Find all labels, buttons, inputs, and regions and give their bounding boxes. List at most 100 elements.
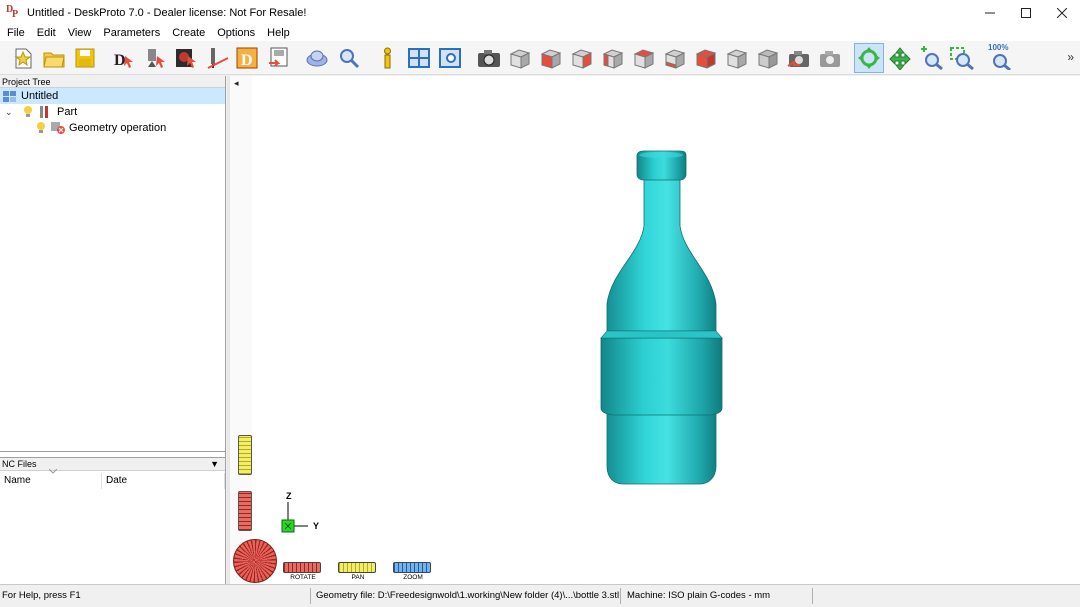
view-window-icon [439, 47, 461, 68]
tool-library-icon [306, 50, 328, 66]
new-file-icon [14, 48, 32, 68]
vertical-zoom-slider[interactable] [238, 491, 252, 531]
zoom-label: ZOOM [403, 574, 423, 581]
close-button[interactable] [1044, 0, 1080, 25]
render-toggle-button[interactable] [784, 43, 814, 73]
view-shaded-button[interactable] [753, 43, 783, 73]
menu-create[interactable]: Create [166, 25, 211, 41]
menu-bar: File Edit View Parameters Create Options… [0, 25, 1080, 41]
nc-col-date[interactable]: Date [102, 473, 225, 489]
lightbulb-icon [24, 106, 32, 117]
nc-col-name[interactable]: Name [0, 473, 102, 489]
open-folder-icon [43, 52, 65, 67]
view-iso-button[interactable] [691, 43, 721, 73]
menu-file[interactable]: File [1, 25, 31, 41]
rotate-label: ROTATE [290, 574, 316, 581]
export-wizard-button[interactable] [264, 43, 294, 73]
zoom-control[interactable]: ZOOM [393, 562, 433, 581]
deskproto-app-icon[interactable]: DP [6, 4, 22, 21]
rotate-control[interactable]: ROTATE [283, 562, 323, 581]
rotate-wheel[interactable] [283, 562, 321, 573]
pan-control[interactable]: PAN [338, 562, 378, 581]
pan-mode-button[interactable] [885, 43, 915, 73]
maximize-icon [1021, 7, 1031, 18]
view-right-button[interactable] [598, 43, 628, 73]
menu-edit[interactable]: Edit [31, 25, 62, 41]
status-machine: Machine: ISO plain G-codes - mm [627, 590, 771, 601]
maximize-button[interactable] [1008, 0, 1044, 25]
view-top-button[interactable] [629, 43, 659, 73]
render-toggle-2-button[interactable] [815, 43, 845, 73]
distance-wizard-button[interactable]: D [233, 43, 263, 73]
render-camera-icon [787, 50, 809, 67]
cube-front-icon [509, 48, 531, 69]
bitmap-wizard-button[interactable] [171, 43, 201, 73]
tree-item-geometry-operation[interactable]: Geometry operation [0, 120, 166, 136]
deskproto-window: DP Untitled - DeskProto 7.0 - Dealer lic… [0, 0, 1080, 607]
pan-icon [889, 46, 911, 70]
minimize-button[interactable] [972, 0, 1008, 25]
view-bottom-button[interactable] [660, 43, 690, 73]
export-icon [269, 47, 288, 67]
snapshot-button[interactable] [474, 43, 504, 73]
vector-wizard-icon [148, 48, 165, 68]
rotate-mode-button[interactable] [854, 42, 884, 73]
zoom-wheel[interactable] [393, 562, 431, 573]
four-views-icon [408, 47, 430, 68]
view-zoom-button[interactable] [435, 43, 465, 73]
axis-triad-icon [281, 502, 308, 533]
menu-view[interactable]: View [62, 25, 98, 41]
magnifier-icon [340, 48, 360, 68]
vector-wizard-button[interactable] [140, 43, 170, 73]
nc-files-header: NC Files ▼ [0, 457, 225, 471]
pan-label: PAN [351, 574, 365, 581]
four-views-button[interactable] [404, 43, 434, 73]
open-project-button[interactable] [39, 43, 69, 73]
project-tree-header: Project Tree [0, 76, 225, 88]
view-front-button[interactable] [505, 43, 535, 73]
tree-label-part: Part [57, 106, 78, 118]
view-left-button[interactable] [567, 43, 597, 73]
cube-right-icon [602, 48, 624, 69]
left-panel: Project Tree Untitled ⌄ Part Geometry op… [0, 76, 226, 584]
find-tool-button[interactable] [334, 43, 364, 73]
render-camera-alt-icon [820, 50, 840, 67]
zoom-window-button[interactable] [947, 43, 977, 73]
bitmap-wizard-icon [176, 48, 196, 68]
cube-back-icon [540, 48, 562, 69]
pan-wheel[interactable] [338, 562, 376, 573]
view-iso-2-button[interactable] [722, 43, 752, 73]
menu-options[interactable]: Options [211, 25, 261, 41]
save-project-button[interactable] [70, 43, 100, 73]
new-project-button[interactable] [8, 43, 38, 73]
camera-icon [478, 49, 500, 67]
toolbar-overflow-button[interactable]: » [1067, 50, 1074, 64]
close-icon [1057, 7, 1067, 18]
nc-files-columns: Name Date [0, 473, 225, 489]
rotate-dial[interactable] [233, 539, 277, 583]
tree-label-geometry-operation: Geometry operation [69, 122, 167, 134]
menu-help[interactable]: Help [261, 25, 296, 41]
3d-viewport[interactable]: ◂ Z Y ROTATE PAN ZOOM [230, 76, 1080, 584]
tree-item-part[interactable]: ⌄ Part [0, 104, 77, 120]
zoom-100-button[interactable]: 100% [986, 43, 1016, 73]
cube-top-icon [633, 48, 655, 69]
axis-y-label: Y [313, 521, 320, 531]
cutter-icon [207, 47, 229, 69]
chevron-down-icon[interactable]: ⌄ [5, 107, 15, 118]
view-back-button[interactable] [536, 43, 566, 73]
cutter-wizard-button[interactable] [202, 43, 232, 73]
vertical-pan-slider[interactable] [238, 435, 252, 475]
rotate-icon [858, 46, 880, 69]
menu-parameters[interactable]: Parameters [97, 25, 166, 41]
tree-item-untitled[interactable]: Untitled [0, 88, 225, 104]
cube-bottom-icon [664, 48, 686, 69]
geometry-wizard-button[interactable]: D [109, 43, 139, 73]
zoom-mode-button[interactable] [916, 43, 946, 73]
nc-files-title: NC Files [2, 459, 37, 469]
title-bar: DP Untitled - DeskProto 7.0 - Dealer lic… [0, 0, 1080, 25]
info-button[interactable] [373, 43, 403, 73]
nc-files-dropdown-icon[interactable]: ▼ [210, 458, 219, 471]
tool-button[interactable] [303, 43, 333, 73]
window-controls [972, 0, 1080, 25]
